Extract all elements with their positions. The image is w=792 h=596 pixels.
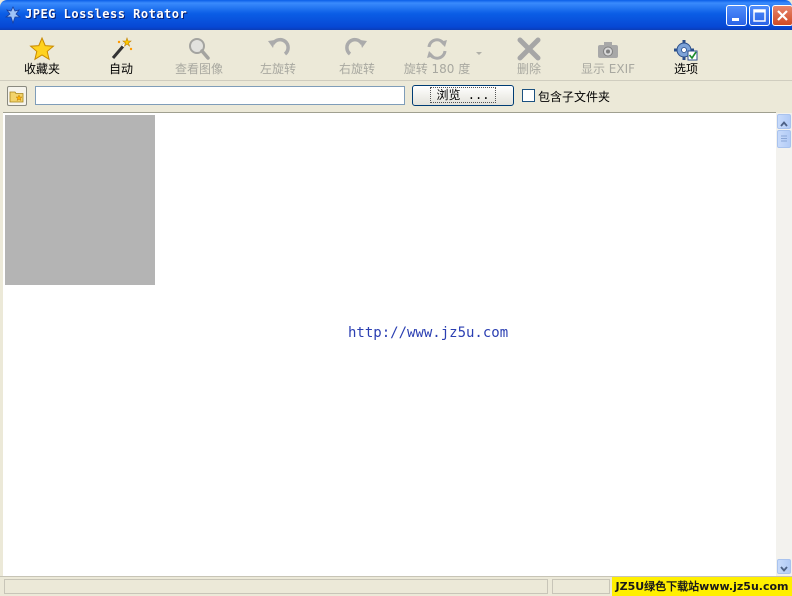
- minimize-button[interactable]: [726, 5, 747, 26]
- rotate-right-icon: [345, 37, 367, 56]
- auto-button[interactable]: 自动: [82, 36, 160, 78]
- star-icon: [29, 36, 55, 61]
- folder-star-icon: [9, 91, 24, 103]
- close-icon: [777, 10, 788, 21]
- delete-button[interactable]: 删除: [490, 36, 568, 78]
- chevron-down-icon: [780, 566, 788, 572]
- favorites-button[interactable]: 收藏夹: [3, 36, 81, 78]
- delete-x-icon: [517, 37, 541, 61]
- path-bar: 浏览 ... 包含子文件夹: [0, 81, 792, 111]
- view-image-button[interactable]: 查看图像: [160, 36, 238, 78]
- app-window: JPEG Lossless Rotator 收藏夹 自动 查看图像 左旋转 右旋…: [0, 0, 792, 596]
- maximize-button[interactable]: [749, 5, 770, 26]
- status-pane-main: [4, 579, 548, 594]
- status-bar: JZ5U绿色下载站www.jz5u.com: [0, 576, 792, 596]
- include-subfolders-checkbox[interactable]: [522, 89, 535, 102]
- window-title: JPEG Lossless Rotator: [25, 7, 188, 21]
- magic-wand-icon: [111, 37, 133, 59]
- vertical-scrollbar[interactable]: [776, 113, 792, 576]
- rotate-right-button[interactable]: 右旋转: [318, 36, 396, 78]
- favorites-label: 收藏夹: [23, 62, 60, 76]
- show-exif-label: 显示 EXIF: [580, 62, 636, 76]
- rotate-180-label: 旋转 180 度: [403, 62, 471, 76]
- main-toolbar: 收藏夹 自动 查看图像 左旋转 右旋转 旋转 180 度 删除 显示 EXIF …: [0, 30, 792, 81]
- close-button[interactable]: [772, 5, 792, 26]
- options-label: 选项: [673, 62, 698, 76]
- options-gear-icon: [674, 40, 698, 61]
- maximize-icon: [753, 9, 766, 22]
- rotate-left-icon: [268, 37, 290, 56]
- app-logo-icon: [5, 6, 21, 24]
- website-link[interactable]: http://www.jz5u.com: [348, 325, 508, 341]
- rotate-180-dropdown-icon[interactable]: [476, 52, 482, 55]
- rotate-left-button[interactable]: 左旋转: [239, 36, 317, 78]
- view-image-label: 查看图像: [174, 62, 223, 76]
- browse-label: 浏览 ...: [429, 87, 497, 103]
- options-button[interactable]: 选项: [647, 36, 725, 78]
- scroll-thumb[interactable]: [777, 130, 791, 148]
- scroll-down-button[interactable]: [777, 559, 791, 574]
- site-watermark: JZ5U绿色下载站www.jz5u.com: [612, 577, 792, 596]
- delete-label: 删除: [516, 62, 541, 76]
- include-subfolders-label[interactable]: 包含子文件夹: [538, 88, 610, 105]
- thumbnail-placeholder[interactable]: [5, 115, 155, 285]
- rotate-right-label: 右旋转: [338, 62, 375, 76]
- show-exif-button[interactable]: 显示 EXIF: [569, 36, 647, 78]
- favorite-folder-button[interactable]: [7, 86, 27, 106]
- scroll-up-button[interactable]: [777, 114, 791, 129]
- magnifier-icon: [189, 38, 210, 60]
- browse-button[interactable]: 浏览 ...: [412, 85, 514, 106]
- minimize-icon: [732, 18, 739, 21]
- thumbnail-view[interactable]: http://www.jz5u.com: [3, 112, 776, 577]
- rotate-180-button[interactable]: 旋转 180 度: [398, 36, 476, 78]
- folder-path-input[interactable]: [35, 86, 405, 105]
- rotate-left-label: 左旋转: [259, 62, 296, 76]
- rotate-180-icon: [427, 38, 447, 60]
- status-pane-secondary: [552, 579, 610, 594]
- auto-label: 自动: [108, 62, 133, 76]
- grip-icon: [781, 135, 787, 142]
- camera-icon: [598, 42, 618, 58]
- chevron-up-icon: [780, 121, 788, 127]
- title-bar[interactable]: JPEG Lossless Rotator: [0, 0, 792, 30]
